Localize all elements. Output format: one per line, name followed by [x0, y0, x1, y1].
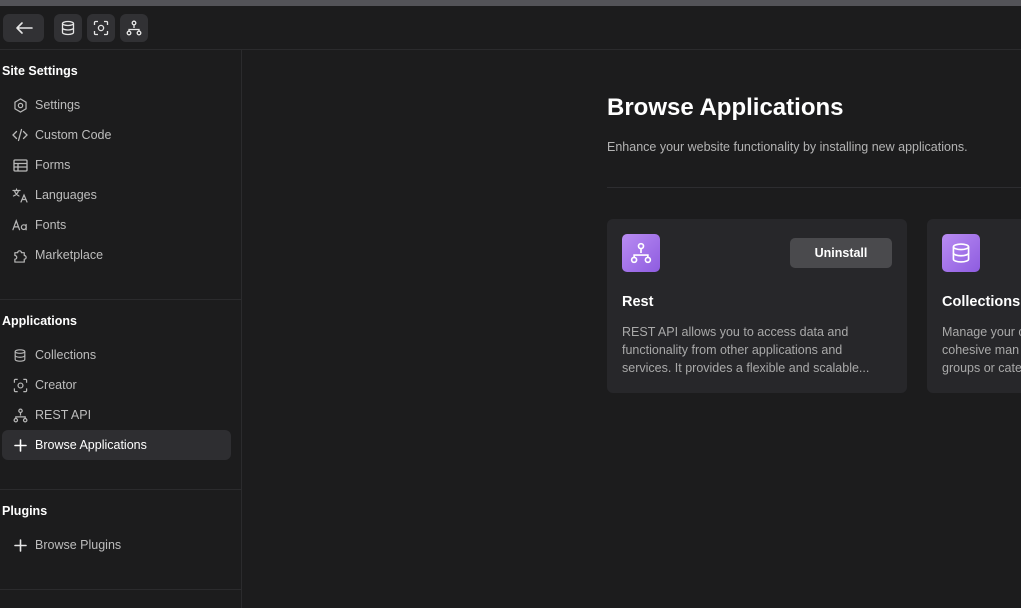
app-card-collections[interactable]: Collections Manage your c cohesive man g… — [927, 219, 1021, 393]
database-icon — [61, 20, 75, 36]
uninstall-button[interactable]: Uninstall — [790, 238, 892, 268]
plus-icon — [13, 538, 27, 552]
sidebar-item-forms[interactable]: Forms — [2, 150, 231, 180]
sidebar: Site Settings Settings Custom Code Forms… — [0, 50, 242, 608]
sidebar-item-label: Browse Applications — [35, 438, 147, 452]
sidebar-item-label: REST API — [35, 408, 92, 422]
sidebar-item-label: Languages — [35, 188, 97, 202]
sidebar-item-label: Settings — [35, 98, 81, 112]
description-line: services. It provides a flexible and sca… — [622, 361, 870, 375]
description-line: functionality from other applications an… — [622, 343, 843, 357]
page-title: Browse Applications — [607, 94, 844, 121]
app-icon — [622, 234, 660, 272]
font-icon — [12, 219, 27, 231]
main-content: Browse Applications Enhance your website… — [242, 50, 1021, 608]
scan-icon — [93, 20, 109, 36]
back-button[interactable] — [3, 14, 44, 42]
sidebar-item-fonts[interactable]: Fonts — [2, 210, 231, 240]
database-icon — [952, 243, 970, 263]
sidebar-item-label: Forms — [35, 158, 71, 172]
network-icon — [126, 20, 142, 36]
sidebar-item-custom-code[interactable]: Custom Code — [2, 120, 231, 150]
creator-toolbar-button[interactable] — [87, 14, 115, 42]
sidebar-item-label: Fonts — [35, 218, 67, 232]
rest-api-toolbar-button[interactable] — [120, 14, 148, 42]
page-subtitle: Enhance your website functionality by in… — [607, 140, 968, 154]
sidebar-item-settings[interactable]: Settings — [2, 90, 231, 120]
description-line: groups or cate — [942, 361, 1021, 375]
scan-icon — [13, 378, 27, 392]
collections-toolbar-button[interactable] — [54, 14, 82, 42]
network-icon — [630, 242, 652, 264]
sidebar-item-creator[interactable]: Creator — [2, 370, 231, 400]
arrow-left-icon — [15, 22, 33, 34]
sidebar-section-site-settings: Site Settings Settings Custom Code Forms… — [0, 62, 241, 300]
sidebar-section-title: Applications — [2, 314, 78, 328]
plus-icon — [13, 438, 27, 452]
sidebar-item-rest-api[interactable]: REST API — [2, 400, 231, 430]
header-divider — [607, 187, 1021, 188]
sidebar-item-collections[interactable]: Collections — [2, 340, 231, 370]
description-line: Manage your c — [942, 325, 1021, 339]
app-card-title: Collections — [942, 294, 1021, 310]
sidebar-item-label: Custom Code — [35, 128, 112, 142]
sidebar-item-languages[interactable]: Languages — [2, 180, 231, 210]
sidebar-item-label: Collections — [35, 348, 97, 362]
sidebar-item-browse-applications[interactable]: Browse Applications — [2, 430, 231, 460]
app-card-description: Manage your c cohesive man groups or cat… — [942, 323, 1021, 377]
sidebar-item-label: Creator — [35, 378, 77, 392]
sidebar-section-title: Plugins — [2, 504, 48, 518]
sidebar-item-label: Marketplace — [35, 248, 104, 262]
translate-icon — [12, 187, 28, 203]
sidebar-section-plugins: Plugins Browse Plugins — [0, 502, 241, 590]
description-line: REST API allows you to access data and — [622, 325, 849, 339]
sidebar-section-title: Site Settings — [2, 64, 78, 78]
app-card-rest[interactable]: Uninstall Rest REST API allows you to ac… — [607, 219, 907, 393]
app-card-description: REST API allows you to access data and f… — [622, 323, 892, 377]
table-icon — [12, 158, 28, 172]
gear-icon — [13, 97, 27, 113]
top-toolbar — [0, 6, 1021, 50]
app-icon — [942, 234, 980, 272]
sidebar-item-label: Browse Plugins — [35, 538, 122, 552]
code-icon — [12, 128, 28, 142]
sidebar-section-applications: Applications Collections Creator REST AP… — [0, 312, 241, 490]
database-icon — [14, 348, 26, 362]
puzzle-icon — [13, 249, 27, 263]
description-line: cohesive man — [942, 343, 1020, 357]
sidebar-item-browse-plugins[interactable]: Browse Plugins — [2, 530, 231, 560]
sidebar-item-marketplace[interactable]: Marketplace — [2, 240, 231, 270]
network-icon — [13, 408, 27, 422]
app-card-title: Rest — [622, 294, 654, 310]
